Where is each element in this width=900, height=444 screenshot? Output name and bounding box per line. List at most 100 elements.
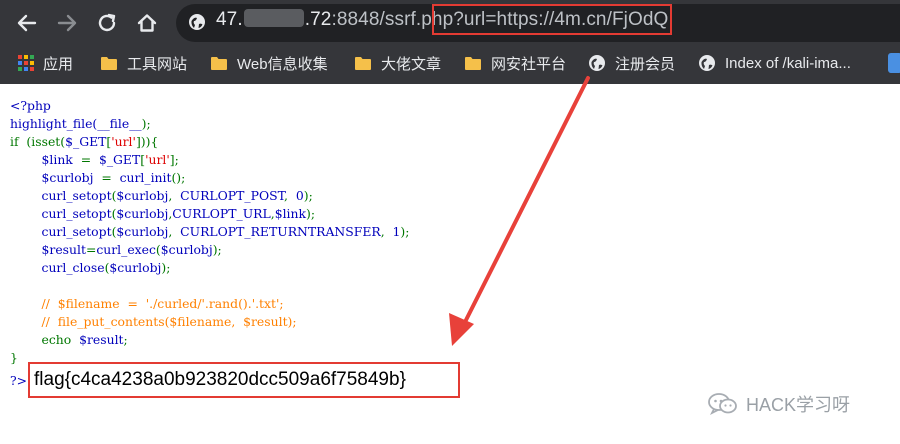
code-token: ])){ <box>135 134 159 149</box>
code-token: (); <box>171 170 186 185</box>
site-info-icon[interactable] <box>188 13 206 31</box>
bookmark-overflow-icon[interactable] <box>888 53 900 73</box>
code-token: = <box>85 242 97 257</box>
watermark: HACK学习呀 <box>708 391 850 417</box>
bookmark-label: Web信息收集 <box>237 55 328 73</box>
code-token: curl_setopt <box>10 188 112 203</box>
code-token: highlight_file( <box>10 116 98 131</box>
code-token: $curlobj <box>116 206 169 221</box>
code-token: curl_setopt <box>10 206 112 221</box>
folder-icon <box>464 55 482 71</box>
code-token: <?php <box>10 98 51 113</box>
code-token: // file_put_contents($filename, $result)… <box>10 314 297 329</box>
wechat-icon <box>708 392 738 416</box>
bookmark-label: 工具网站 <box>127 55 188 73</box>
bookmark-label: 大佬文章 <box>381 55 442 73</box>
code-line: <?php <box>10 98 51 113</box>
reload-button[interactable] <box>92 8 122 38</box>
bookmark-label: 网安社平台 <box>491 55 567 73</box>
folder-icon <box>210 55 228 71</box>
code-token: __file__ <box>97 116 142 131</box>
code-token: ]; <box>169 152 179 167</box>
code-token: ); <box>306 206 316 221</box>
folder-icon <box>354 55 372 71</box>
bookmark-apps[interactable]: 应用 <box>18 50 73 76</box>
code-line: curl_setopt($curlobj, CURLOPT_RETURNTRAN… <box>10 224 410 239</box>
code-token: ); <box>141 116 151 131</box>
code-token: $curlobj <box>109 260 162 275</box>
code-line: curl_setopt($curlobj, CURLOPT_POST, 0); <box>10 188 313 203</box>
code-token: $_GET <box>65 134 107 149</box>
code-token: ); <box>303 188 313 203</box>
bookmark-folder-articles[interactable]: 大佬文章 <box>354 50 441 76</box>
code-line: curl_setopt($curlobj,CURLOPT_URL,$link); <box>10 206 316 221</box>
bookmark-folder-tools[interactable]: 工具网站 <box>100 50 187 76</box>
globe-icon <box>588 54 606 72</box>
code-line: echo $result; <box>10 332 128 347</box>
bookmark-folder-platform[interactable]: 网安社平台 <box>464 50 566 76</box>
code-token: ); <box>161 260 171 275</box>
php-close-tag: ?> <box>10 373 28 388</box>
code-token: $link <box>10 152 81 167</box>
code-token: 'url' <box>111 134 136 149</box>
reload-icon <box>98 13 116 32</box>
code-token: if ( <box>10 134 32 149</box>
code-token: , <box>380 224 393 239</box>
watermark-text: HACK学习呀 <box>746 395 851 415</box>
redacted-ip-segment <box>243 9 304 27</box>
arrow-shaft <box>461 76 590 328</box>
code-token: echo <box>10 332 80 347</box>
code-token: } <box>10 350 18 365</box>
code-token: = <box>101 170 120 185</box>
globe-icon <box>698 54 716 72</box>
code-line: $curlobj = curl_init(); <box>10 170 186 185</box>
back-button[interactable] <box>12 8 42 38</box>
folder-icon <box>100 55 118 71</box>
forward-arrow-icon <box>57 14 77 32</box>
code-token: CURLOPT_RETURNTRANSFER <box>180 224 381 239</box>
code-token: curl_setopt <box>10 224 112 239</box>
code-token: 0 <box>295 188 304 203</box>
code-line: if (isset($_GET['url'])){ <box>10 134 158 149</box>
code-line: // $filename = './curled/'.rand().'.txt'… <box>10 296 284 311</box>
arrow-head <box>449 313 474 346</box>
home-button[interactable] <box>132 8 162 38</box>
code-token: $link <box>274 206 306 221</box>
code-token: ; <box>123 332 128 347</box>
bookmark-label: 注册会员 <box>615 55 676 73</box>
bookmark-label: Index of /kali-ima... <box>725 54 851 72</box>
code-token: curl_exec <box>96 242 156 257</box>
browser-toolbar: 47. .72:8848/ssrf.php?url=https://4m.cn/F… <box>0 0 900 84</box>
code-token: $result <box>79 332 124 347</box>
code-line: } <box>10 350 18 365</box>
url-query-highlight-box <box>432 4 672 35</box>
code-token: $curlobj <box>160 242 213 257</box>
url-host-end: .72 <box>304 9 332 30</box>
code-line: $link = $_GET['url']; <box>10 152 179 167</box>
code-token: , <box>168 224 181 239</box>
code-token: ); <box>400 224 410 239</box>
code-token: curl_init <box>119 170 172 185</box>
bookmark-register[interactable]: 注册会员 <box>588 50 675 76</box>
code-token: ); <box>212 242 222 257</box>
back-arrow-icon <box>17 14 37 32</box>
code-token: , <box>168 188 181 203</box>
bookmark-kali-index[interactable]: Index of /kali-ima... <box>698 50 851 76</box>
forward-button[interactable] <box>52 8 82 38</box>
code-token: $curlobj <box>116 224 169 239</box>
code-line: // file_put_contents($filename, $result)… <box>10 314 297 329</box>
code-line: curl_close($curlobj); <box>10 260 171 275</box>
code-token: $result <box>10 242 86 257</box>
apps-grid-icon <box>18 55 34 71</box>
home-icon <box>137 14 157 32</box>
code-token: $_GET <box>98 152 141 167</box>
code-token: $curlobj <box>10 170 102 185</box>
bookmark-folder-web-info[interactable]: Web信息收集 <box>210 50 328 76</box>
bookmarks-bar: 应用 工具网站 Web信息收集 大佬文章 网安社平台 注册会员 Index of… <box>0 44 900 82</box>
code-token: CURLOPT_URL <box>172 206 271 221</box>
code-token: 'url' <box>145 152 170 167</box>
code-token: isset <box>31 134 61 149</box>
code-token: curl_close <box>10 260 105 275</box>
php-source-code: <?php highlight_file(__file__); if (isse… <box>10 97 409 367</box>
code-line: highlight_file(__file__); <box>10 116 151 131</box>
